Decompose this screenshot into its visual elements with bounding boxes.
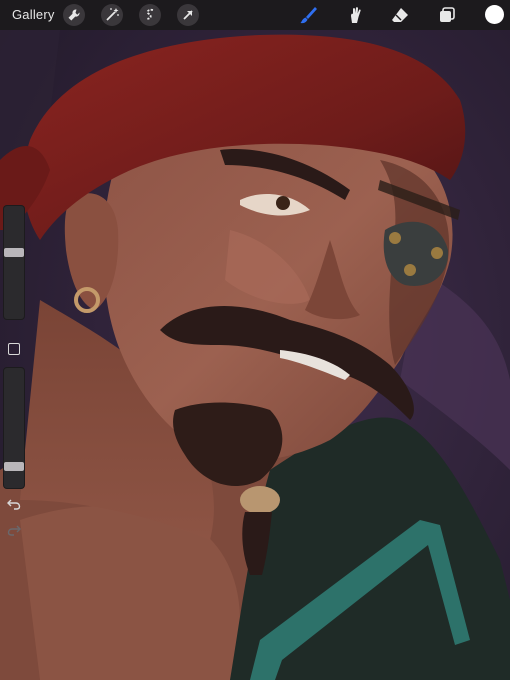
eyepatch-rivet-2 — [431, 247, 443, 259]
brush-size-slider[interactable] — [3, 205, 25, 320]
smudge-icon[interactable] — [343, 4, 365, 26]
eyepatch-rivet-3 — [404, 264, 416, 276]
eraser-icon[interactable] — [389, 4, 411, 26]
undo-icon[interactable] — [6, 497, 22, 511]
selection-icon[interactable] — [139, 4, 161, 26]
layers-icon[interactable] — [436, 4, 458, 26]
top-toolbar: Gallery — [0, 0, 510, 30]
modifier-square-icon[interactable] — [8, 343, 20, 355]
gallery-button[interactable]: Gallery — [12, 7, 55, 22]
opacity-thumb[interactable] — [4, 462, 24, 472]
wrench-icon[interactable] — [63, 4, 85, 26]
iris — [276, 196, 290, 210]
redo-icon[interactable] — [6, 523, 22, 537]
transform-arrow-icon[interactable] — [177, 4, 199, 26]
opacity-slider[interactable] — [3, 367, 25, 489]
brush-icon[interactable] — [297, 4, 319, 26]
painting-canvas[interactable] — [0, 0, 510, 680]
eyepatch-rivet-1 — [389, 232, 401, 244]
color-picker-button[interactable] — [485, 5, 504, 24]
magic-wand-icon[interactable] — [101, 4, 123, 26]
beard-bead — [240, 486, 280, 514]
brush-size-thumb[interactable] — [4, 247, 24, 257]
left-sidebar — [3, 205, 25, 545]
